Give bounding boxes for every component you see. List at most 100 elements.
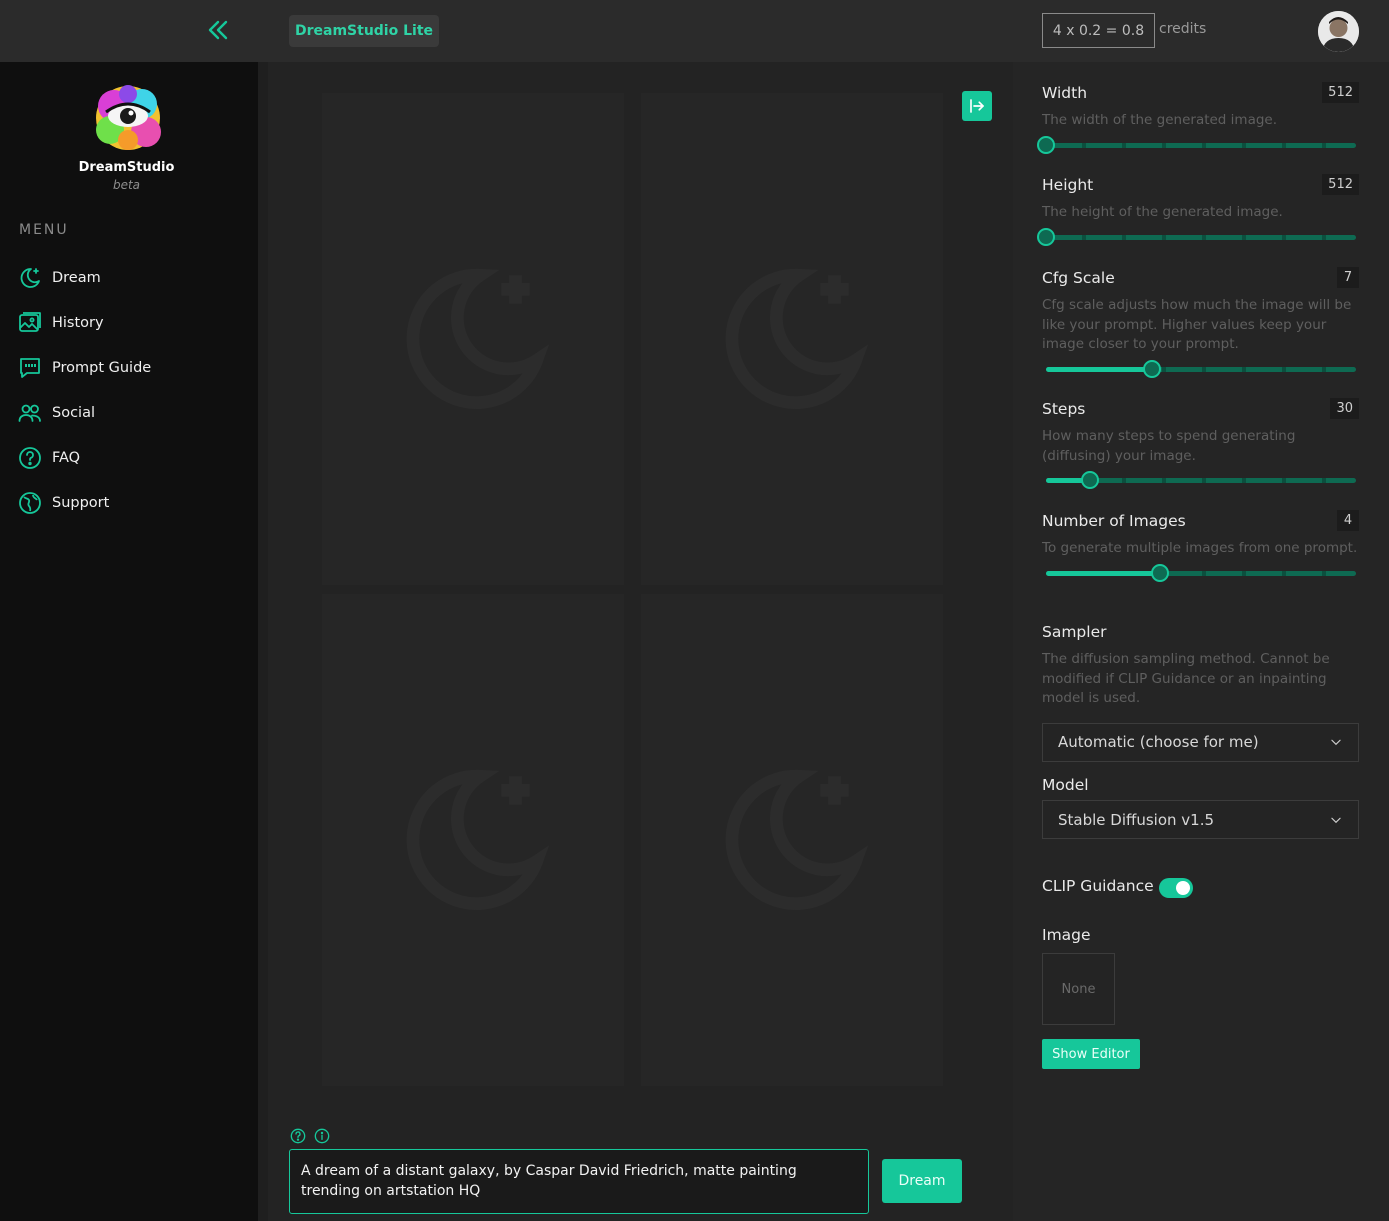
info-circle-icon[interactable] <box>314 1128 330 1144</box>
slider-fill <box>1046 570 1160 576</box>
chevron-down-icon <box>1331 817 1341 823</box>
slider-track <box>1046 234 1356 240</box>
moon-placeholder-icon <box>725 268 869 410</box>
double-chevron-left-icon <box>208 20 228 40</box>
globe-chat-icon <box>19 491 41 514</box>
avatar[interactable] <box>1318 11 1359 52</box>
sidebar-item-prompt-guide[interactable]: Prompt Guide <box>18 345 248 390</box>
quote-bubble-icon <box>20 357 40 378</box>
collapse-sidebar-button[interactable] <box>204 16 232 44</box>
setting-title: Number of Images <box>1042 512 1186 530</box>
height-slider[interactable] <box>1037 227 1359 246</box>
sidebar-item-history[interactable]: History <box>18 300 248 345</box>
sampler-setting: Sampler The diffusion sampling method. C… <box>1042 623 1359 762</box>
model-select[interactable]: Stable Diffusion v1.5 <box>1042 800 1359 839</box>
dreamstudio-logo <box>88 82 168 154</box>
sidebar-item-label: Prompt Guide <box>52 359 152 376</box>
number-of-images-slider[interactable] <box>1042 563 1359 582</box>
image-placeholder-2[interactable] <box>641 93 943 585</box>
arrow-right-bar-icon <box>970 99 984 113</box>
slider-thumb[interactable] <box>1037 135 1055 154</box>
setting-description: Cfg scale adjusts how much the image wil… <box>1042 297 1352 352</box>
height-value[interactable]: 512 <box>1322 174 1359 195</box>
image-gallery-icon <box>19 311 41 332</box>
number-of-images-value[interactable]: 4 <box>1337 510 1359 531</box>
moon-sparkle-icon <box>20 267 40 288</box>
setting-description: The diffusion sampling method. Cannot be… <box>1042 651 1330 706</box>
width-value[interactable]: 512 <box>1322 82 1359 103</box>
setting-title: Width <box>1042 84 1088 102</box>
model-selected-value: Stable Diffusion v1.5 <box>1058 810 1215 829</box>
init-image-drop-zone[interactable]: None <box>1042 953 1115 1025</box>
credits-label: credits <box>1159 21 1207 37</box>
sidebar-item-label: Dream <box>52 269 101 286</box>
slider-fill <box>1046 366 1153 372</box>
users-icon <box>18 404 41 422</box>
width-slider[interactable] <box>1037 135 1359 154</box>
setting-title: CLIP Guidance <box>1042 877 1154 895</box>
sidebar: DreamStudio beta MENU Dream History Prom… <box>0 62 258 1221</box>
clip-guidance-setting: CLIP Guidance <box>1042 877 1359 901</box>
model-setting: Model Stable Diffusion v1.5 <box>1042 776 1359 839</box>
steps-setting: Steps 30 How many steps to spend generat… <box>1042 398 1359 489</box>
number-of-images-setting: Number of Images 4 To generate multiple … <box>1042 510 1359 582</box>
image-placeholder-3[interactable] <box>322 594 624 1086</box>
prompt-tools <box>290 1128 330 1144</box>
setting-title: Height <box>1042 176 1094 194</box>
setting-title: Image <box>1042 926 1091 944</box>
sidebar-item-social[interactable]: Social <box>18 390 248 435</box>
top-bar: DreamStudio Lite 4 x 0.2 = 0.8 credits <box>0 0 1389 62</box>
sidebar-item-dream[interactable]: Dream <box>18 255 248 300</box>
slider-thumb[interactable] <box>1143 359 1162 378</box>
cfg-scale-value[interactable]: 7 <box>1337 267 1359 288</box>
sidebar-item-label: History <box>52 314 104 331</box>
moon-placeholder-icon <box>406 769 550 911</box>
image-setting: Image None Show Editor <box>1042 926 1359 1069</box>
menu-heading: MENU <box>19 222 69 238</box>
clip-guidance-toggle[interactable] <box>1159 878 1193 898</box>
setting-title: Model <box>1042 776 1089 794</box>
setting-description: The height of the generated image. <box>1042 204 1283 220</box>
setting-title: Cfg Scale <box>1042 269 1115 287</box>
setting-title: Steps <box>1042 400 1086 418</box>
sidebar-item-label: Social <box>52 404 95 421</box>
slider-thumb[interactable] <box>1037 227 1055 246</box>
sidebar-nav: Dream History Prompt Guide Social FAQ Su… <box>18 255 248 525</box>
width-setting: Width 512 The width of the generated ima… <box>1037 82 1359 154</box>
eye-splash-logo-icon <box>96 85 161 150</box>
setting-description: To generate multiple images from one pro… <box>1042 540 1358 556</box>
steps-value[interactable]: 30 <box>1330 398 1359 419</box>
sampler-selected-value: Automatic (choose for me) <box>1058 733 1259 751</box>
user-avatar-icon <box>1318 11 1359 52</box>
image-placeholder-1[interactable] <box>322 93 624 585</box>
help-circle-icon[interactable] <box>290 1128 306 1144</box>
moon-placeholder-icon <box>406 268 550 410</box>
sidebar-item-faq[interactable]: FAQ <box>18 435 248 480</box>
cfg-scale-slider[interactable] <box>1042 359 1359 378</box>
setting-description: How many steps to spend generating (diff… <box>1042 428 1296 464</box>
expand-panel-button[interactable] <box>962 91 992 121</box>
prompt-input[interactable] <box>289 1149 869 1214</box>
sidebar-item-support[interactable]: Support <box>18 480 248 525</box>
brand-beta-tag: beta <box>112 178 141 192</box>
moon-placeholder-icon <box>725 769 869 911</box>
steps-slider[interactable] <box>1042 471 1359 489</box>
slider-thumb[interactable] <box>1150 563 1169 582</box>
show-editor-button[interactable]: Show Editor <box>1042 1039 1140 1069</box>
dreamstudio-lite-button[interactable]: DreamStudio Lite <box>289 15 439 47</box>
sidebar-item-label: Support <box>52 494 110 511</box>
question-circle-icon <box>19 446 41 469</box>
toggle-knob <box>1176 881 1190 895</box>
dream-button[interactable]: Dream <box>882 1159 962 1203</box>
image-placeholder-4[interactable] <box>641 594 943 1086</box>
setting-title: Sampler <box>1042 623 1107 641</box>
brand-name: DreamStudio <box>78 160 175 175</box>
credits-cost: 4 x 0.2 = 0.8 <box>1042 13 1155 48</box>
slider-track <box>1046 142 1356 148</box>
cfg-scale-setting: Cfg Scale 7 Cfg scale adjusts how much t… <box>1042 267 1359 378</box>
sampler-select[interactable]: Automatic (choose for me) <box>1042 722 1359 762</box>
slider-thumb[interactable] <box>1080 471 1099 489</box>
setting-description: The width of the generated image. <box>1042 112 1278 128</box>
height-setting: Height 512 The height of the generated i… <box>1037 174 1359 246</box>
sidebar-item-label: FAQ <box>52 449 81 466</box>
